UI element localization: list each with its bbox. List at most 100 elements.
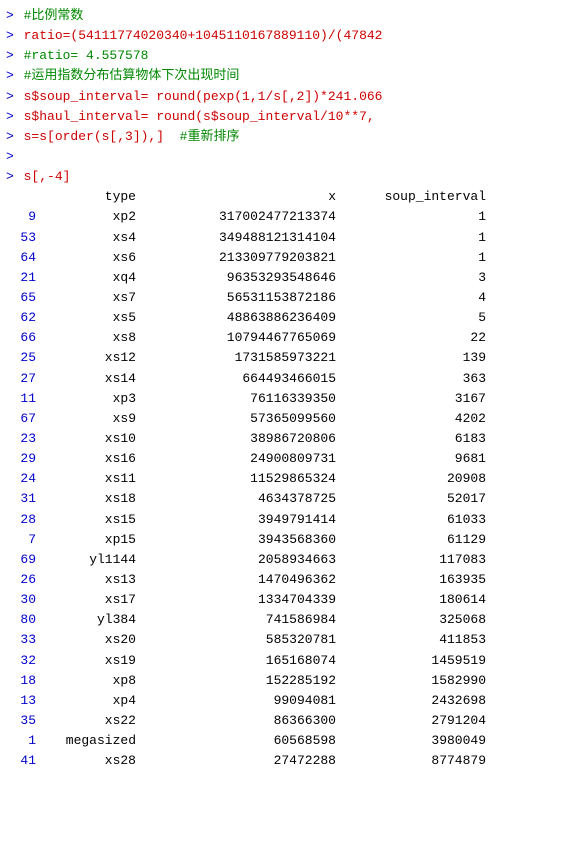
cell-index: 21 [6, 268, 36, 288]
cell-index: 67 [6, 409, 36, 429]
prompt: > [6, 6, 14, 26]
cell-soup-interval: 4 [336, 288, 486, 308]
prompt: > [6, 66, 14, 86]
prompt: > [6, 46, 14, 66]
cell-type: xs16 [36, 449, 136, 469]
cell-type: xs7 [36, 288, 136, 308]
cell-index: 18 [6, 671, 36, 691]
prompt: > [6, 107, 14, 127]
cell-soup-interval: 3167 [336, 389, 486, 409]
cell-index: 7 [6, 530, 36, 550]
cell-x: 1334704339 [136, 590, 336, 610]
table-row: 65xs7565311538721864 [6, 288, 574, 308]
table-row: 64xs62133097792038211 [6, 248, 574, 268]
cell-x: 96353293548646 [136, 268, 336, 288]
cell-index: 1 [6, 731, 36, 751]
cell-index: 30 [6, 590, 36, 610]
cell-type: xs9 [36, 409, 136, 429]
line-order: > s=s[order(s[,3]),] #重新排序 [0, 127, 580, 147]
cell-x: 86366300 [136, 711, 336, 731]
cell-index: 31 [6, 489, 36, 509]
cell-index: 32 [6, 651, 36, 671]
line-ratio: > ratio=(54111774020340+1045110167889110… [0, 26, 580, 46]
cell-type: yl384 [36, 610, 136, 630]
prompt: > [6, 127, 14, 147]
cell-soup-interval: 20908 [336, 469, 486, 489]
cell-soup-interval: 3 [336, 268, 486, 288]
cell-soup-interval: 2432698 [336, 691, 486, 711]
table-row: 27xs14664493466015363 [6, 369, 574, 389]
cell-type: xs19 [36, 651, 136, 671]
prompt: > [6, 87, 14, 107]
cell-index: 33 [6, 630, 36, 650]
header-idx [6, 187, 36, 207]
cell-x: 2058934663 [136, 550, 336, 570]
table-row: 53xs43494881213141041 [6, 228, 574, 248]
table-row: 30xs171334704339180614 [6, 590, 574, 610]
cell-type: xp8 [36, 671, 136, 691]
cell-type: yl1144 [36, 550, 136, 570]
table-row: 9xp23170024772133741 [6, 207, 574, 227]
table-row: 31xs18463437872552017 [6, 489, 574, 509]
cell-soup-interval: 9681 [336, 449, 486, 469]
cell-x: 4634378725 [136, 489, 336, 509]
cell-type: xs13 [36, 570, 136, 590]
cell-soup-interval: 363 [336, 369, 486, 389]
cell-soup-interval: 117083 [336, 550, 486, 570]
cell-x: 76116339350 [136, 389, 336, 409]
line-blank: > [0, 147, 580, 167]
cell-x: 24900809731 [136, 449, 336, 469]
comment-text: #ratio= 4.557578 [16, 46, 149, 66]
cell-type: xs10 [36, 429, 136, 449]
cell-index: 41 [6, 751, 36, 771]
table-row: 41xs28274722888774879 [6, 751, 574, 771]
prompt: > [6, 26, 14, 46]
cell-soup-interval: 1 [336, 228, 486, 248]
cell-type: xs28 [36, 751, 136, 771]
cell-type: xp4 [36, 691, 136, 711]
cell-soup-interval: 163935 [336, 570, 486, 590]
cell-soup-interval: 61033 [336, 510, 486, 530]
cell-type: xs8 [36, 328, 136, 348]
data-table: type x soup_interval 9xp2317002477213374… [0, 187, 580, 771]
cell-soup-interval: 8774879 [336, 751, 486, 771]
cell-index: 66 [6, 328, 36, 348]
cell-soup-interval: 3980049 [336, 731, 486, 751]
table-row: 7xp15394356836061129 [6, 530, 574, 550]
cell-type: xs20 [36, 630, 136, 650]
cell-index: 35 [6, 711, 36, 731]
cell-x: 585320781 [136, 630, 336, 650]
cell-soup-interval: 22 [336, 328, 486, 348]
table-row: 62xs5488638862364095 [6, 308, 574, 328]
cell-type: xp2 [36, 207, 136, 227]
comment-inline: #重新排序 [180, 127, 240, 147]
cell-index: 29 [6, 449, 36, 469]
table-row: 18xp81522851921582990 [6, 671, 574, 691]
cell-index: 24 [6, 469, 36, 489]
cell-x: 3943568360 [136, 530, 336, 550]
header-soup-interval: soup_interval [336, 187, 486, 207]
table-row: 35xs22863663002791204 [6, 711, 574, 731]
cell-soup-interval: 6183 [336, 429, 486, 449]
cell-x: 152285192 [136, 671, 336, 691]
cell-soup-interval: 4202 [336, 409, 486, 429]
cell-index: 64 [6, 248, 36, 268]
cell-x: 38986720806 [136, 429, 336, 449]
cell-x: 1731585973221 [136, 348, 336, 368]
cell-soup-interval: 52017 [336, 489, 486, 509]
cell-x: 349488121314104 [136, 228, 336, 248]
line-haul: > s$haul_interval= round(s$soup_interval… [0, 107, 580, 127]
line-comment2: > #运用指数分布估算物体下次出现时间 [0, 66, 580, 86]
cell-soup-interval: 1582990 [336, 671, 486, 691]
cell-soup-interval: 325068 [336, 610, 486, 630]
prompt: > [6, 167, 14, 187]
cell-type: xq4 [36, 268, 136, 288]
cell-type: xs17 [36, 590, 136, 610]
table-row: 24xs111152986532420908 [6, 469, 574, 489]
cell-index: 11 [6, 389, 36, 409]
table-header-row: type x soup_interval [6, 187, 574, 207]
cell-soup-interval: 5 [336, 308, 486, 328]
cell-type: xs15 [36, 510, 136, 530]
cell-index: 53 [6, 228, 36, 248]
code-text: s=s[order(s[,3]),] [16, 127, 180, 147]
